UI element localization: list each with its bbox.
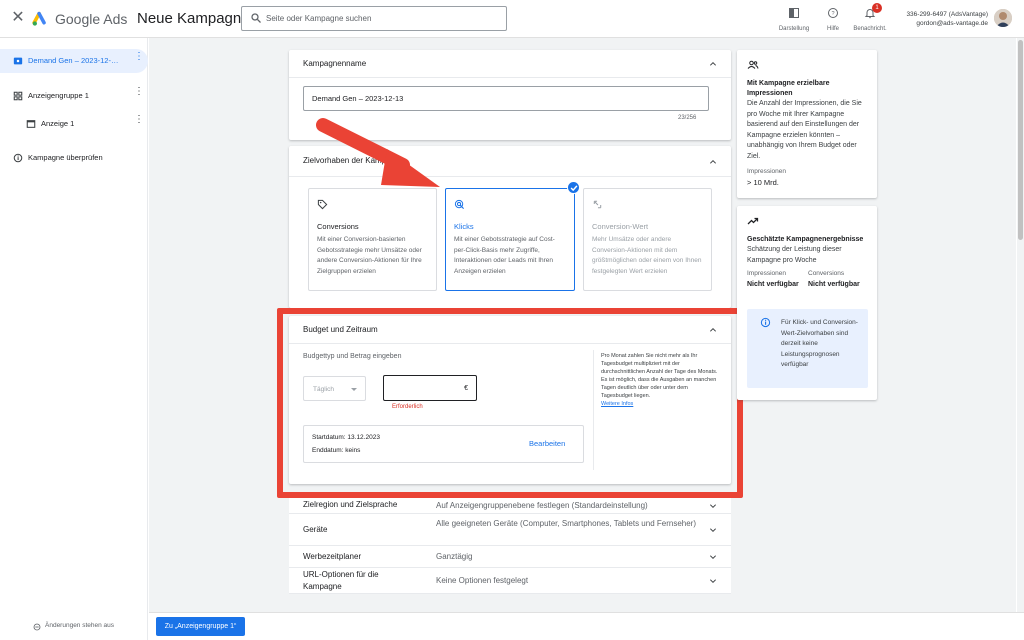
row-label: Werbezeitplaner	[303, 552, 362, 561]
campaign-name-input[interactable]: Demand Gen – 2023-12-13	[303, 86, 709, 111]
more-vert-icon[interactable]: ⋮	[134, 115, 144, 125]
info-icon	[760, 317, 771, 328]
row-value: Keine Optionen festgelegt	[436, 576, 529, 585]
row-value: Ganztägig	[436, 552, 473, 561]
goal-description: Mit einer Conversion-basierten Gebotsstr…	[317, 236, 422, 275]
nav-item-label: Anzeige 1	[41, 119, 75, 128]
metric-label: Impressionen	[747, 270, 787, 277]
character-counter: 23/256	[678, 115, 697, 121]
metric-value: Nicht verfügbar	[808, 281, 860, 288]
card-title: Geschätzte Kampagnenergebnisse	[747, 236, 864, 243]
row-value: Auf Anzeigengruppenebene festlegen (Stan…	[436, 501, 648, 510]
bottom-action-bar	[149, 612, 1024, 640]
settings-row-url-options[interactable]: URL-Optionen für die Kampagne Keine Opti…	[289, 568, 731, 594]
section-heading: Kampagnenname	[303, 59, 367, 68]
row-value: Alle geeigneten Geräte (Computer, Smartp…	[436, 519, 696, 528]
settings-row-schedule[interactable]: Werbezeitplaner Ganztägig	[289, 546, 731, 568]
people-icon	[747, 60, 759, 69]
notification-badge: 1	[872, 3, 882, 13]
row-label: URL-Optionen für die Kampagne	[303, 570, 379, 591]
brand-name: Google Ads	[55, 11, 128, 27]
info-icon	[13, 153, 23, 163]
chevron-down-icon	[709, 555, 717, 560]
goal-description: Mehr Umsätze oder andere Conversion-Akti…	[592, 236, 702, 275]
chevron-up-icon[interactable]	[709, 60, 717, 68]
next-adgroup-button[interactable]: Zu „Anzeigengruppe 1“	[156, 617, 245, 636]
divider	[289, 77, 731, 78]
nav-item-label: Anzeigengruppe 1	[28, 91, 89, 100]
account-email: gordon@ads-vantage.de	[916, 20, 988, 27]
card-text: Schätzung der Leistung dieser Kampagne p…	[747, 246, 842, 264]
settings-row-devices[interactable]: Geräte Alle geeigneten Geräte (Computer,…	[289, 514, 731, 546]
search-input[interactable]: Seite oder Kampagne suchen	[241, 6, 507, 31]
chevron-down-icon	[709, 504, 717, 509]
appearance-label: Darstellung	[778, 26, 810, 32]
account-info[interactable]: 336-299-6497 (AdsVantage) gordon@ads-van…	[906, 10, 988, 28]
chevron-down-icon	[709, 528, 717, 533]
google-ads-logo	[32, 11, 46, 26]
goal-title: Conversions	[317, 222, 359, 231]
cursor-click-icon	[454, 199, 465, 210]
more-vert-icon[interactable]: ⋮	[134, 52, 144, 62]
results-metrics: Impressionen Nicht verfügbar Conversions…	[747, 270, 867, 294]
goal-option-conversions[interactable]: Conversions Mit einer Conversion-basiert…	[308, 188, 437, 291]
card-text: Die Anzahl der Impressionen, die Sie pro…	[747, 100, 862, 160]
row-label: Zielregion und Zielsprache	[303, 500, 398, 509]
metric-value: > 10 Mrd.	[747, 178, 779, 187]
nav-item-adgroup[interactable]: Anzeigengruppe 1 ⋮	[0, 84, 148, 108]
goal-option-conversion-value[interactable]: Conversion-Wert Mehr Umsätze oder andere…	[583, 188, 712, 291]
grid-icon	[13, 91, 23, 101]
more-vert-icon[interactable]: ⋮	[134, 87, 144, 97]
nav-item-campaign[interactable]: Demand Gen – 2023-12-… ⋮	[0, 49, 148, 73]
left-navigation: Demand Gen – 2023-12-… ⋮ Anzeigengruppe …	[0, 38, 148, 640]
top-app-bar: ✕ Google Ads Neue Kampagne Seite oder Ka…	[0, 0, 1024, 38]
highlight-box	[277, 308, 743, 498]
ad-icon	[26, 120, 36, 128]
chevron-down-icon	[709, 579, 717, 584]
close-icon[interactable]: ✕	[10, 10, 26, 26]
svg-text:?: ?	[831, 11, 834, 17]
conversion-value-icon	[593, 200, 602, 209]
help-icon: ?	[828, 8, 838, 18]
notifications-label: Benachricht.	[853, 26, 887, 32]
trending-up-icon	[747, 217, 759, 225]
annotation-arrow	[316, 118, 440, 187]
metric-label: Conversions	[808, 270, 845, 277]
appearance-icon	[789, 8, 799, 18]
pending-icon	[33, 623, 41, 631]
nav-item-label: Kampagne überprüfen	[28, 153, 103, 162]
page-title: Neue Kampagne	[137, 10, 250, 27]
help-label: Hilfe	[826, 26, 839, 32]
scrollbar-thumb[interactable]	[1018, 40, 1023, 240]
settings-row-location[interactable]: Zielregion und Zielsprache Auf Anzeigeng…	[289, 498, 731, 514]
nav-item-review[interactable]: Kampagne überprüfen	[0, 146, 148, 170]
info-text: Für Klick- und Conversion-Wert-Zielvorha…	[781, 319, 858, 368]
forecast-info-banner: Für Klick- und Conversion-Wert-Zielvorha…	[747, 309, 868, 388]
avatar-image	[994, 9, 1012, 27]
nav-item-ad[interactable]: Anzeige 1 ⋮	[0, 112, 148, 136]
goal-option-clicks[interactable]: Klicks Mit einer Gebotsstrategie auf Cos…	[445, 188, 575, 291]
campaign-icon	[13, 57, 23, 65]
impressions-card: Mit Kampagne erzielbare Impressionen Die…	[737, 50, 877, 198]
metric-value: Nicht verfügbar	[747, 281, 799, 288]
row-label: Geräte	[303, 525, 328, 534]
search-placeholder: Seite oder Kampagne suchen	[266, 14, 372, 23]
appearance-button[interactable]: Darstellung	[774, 6, 814, 32]
chevron-up-icon[interactable]	[709, 158, 717, 166]
avatar[interactable]	[994, 9, 1012, 27]
notifications-button[interactable]: Benachricht. 1	[850, 3, 890, 32]
goal-description: Mit einer Gebotsstrategie auf Cost-per-C…	[454, 236, 555, 275]
selected-check-icon	[567, 181, 580, 194]
account-id: 336-299-6497 (AdsVantage)	[906, 11, 988, 18]
help-button[interactable]: ? Hilfe	[813, 6, 853, 32]
metric-label: Impressionen	[747, 168, 787, 175]
pending-changes-status: Änderungen stehen aus	[45, 622, 115, 629]
nav-item-label: Demand Gen – 2023-12-…	[28, 56, 119, 65]
goal-title: Conversion-Wert	[592, 222, 649, 231]
goal-title: Klicks	[454, 222, 474, 231]
card-title: Mit Kampagne erzielbare Impressionen	[747, 80, 830, 97]
tag-icon	[317, 199, 328, 210]
search-icon	[251, 13, 261, 23]
